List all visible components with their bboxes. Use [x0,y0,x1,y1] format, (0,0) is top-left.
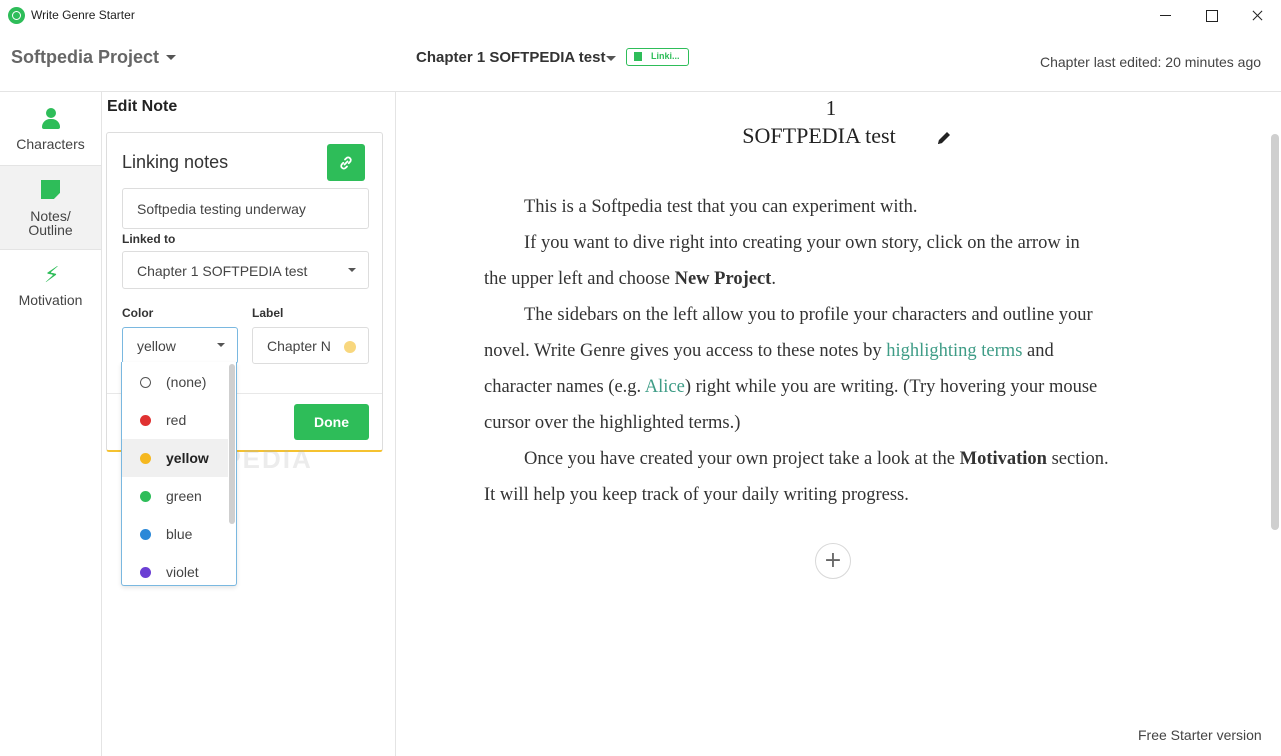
done-button[interactable]: Done [294,404,369,440]
paragraph-line: the upper left and choose New Project. [484,269,776,289]
color-option-blue[interactable]: blue [122,515,228,553]
project-title[interactable]: Softpedia Project [11,47,159,68]
paragraph-line: character names (e.g. Alice) right while… [484,377,1098,397]
sidebar-item-label: Motivation [18,292,83,308]
color-dot-icon [140,453,151,464]
color-option-label: green [166,488,202,504]
person-icon [42,108,60,130]
close-window-button[interactable] [1234,0,1280,31]
paragraph: The sidebars on the left allow you to pr… [524,305,1093,325]
color-dot-icon [140,491,151,502]
highlighted-character-name[interactable]: Alice [645,377,685,397]
label-input-value: Chapter N [267,338,331,354]
chapter-body-text[interactable]: This is a Softpedia test that you can ex… [484,189,1194,513]
note-icon [41,180,60,199]
color-select-value: yellow [137,338,176,354]
linked-to-select[interactable]: Chapter 1 SOFTPEDIA test [122,251,369,289]
color-option-yellow[interactable]: yellow [122,439,228,477]
panel-title: Edit Note [107,98,178,115]
chapter-selector[interactable]: Chapter 1 SOFTPEDIA test [416,49,605,66]
left-sidebar: Characters Notes/ Outline ⚡ Motivation [0,92,102,756]
color-option-label: violet [166,564,199,580]
linked-to-value: Chapter 1 SOFTPEDIA test [137,263,308,279]
label-label: Label [252,306,284,320]
linked-note-badge-label: Linki... [651,51,680,61]
linked-to-label: Linked to [122,232,176,246]
label-input[interactable]: Chapter N [252,327,369,364]
highlighted-term[interactable]: highlighting terms [886,341,1022,361]
note-title-input[interactable]: Softpedia testing underway [122,188,369,229]
color-label: Color [122,306,154,320]
color-dot-icon [140,529,151,540]
add-section-button[interactable]: + [815,543,851,579]
sidebar-item-label-line1: Notes/ [30,208,71,224]
linked-note-badge[interactable]: Linki... [626,48,689,66]
color-dropdown-list[interactable]: (none) red yellow green blue violet [121,362,237,586]
color-option-red[interactable]: red [122,401,228,439]
note-icon [634,52,642,61]
maximize-button[interactable] [1188,0,1234,31]
paragraph: If you want to dive right into creating … [524,233,1080,253]
color-option-green[interactable]: green [122,477,228,515]
color-select[interactable]: yellow [122,327,238,364]
link-note-button[interactable] [327,144,365,181]
window-titlebar: Write Genre Starter [0,0,1281,31]
paragraph-line: cursor over the highlighted terms.) [484,413,741,433]
color-dot-icon [140,567,151,578]
chevron-down-icon [348,268,356,272]
last-edited-status: Chapter last edited: 20 minutes ago [1040,54,1262,70]
dropdown-scrollbar[interactable] [229,364,235,524]
color-dot-icon [140,415,151,426]
color-option-label: red [166,412,187,428]
sidebar-item-label: Notes/ Outline [0,209,101,237]
paragraph-line: It will help you keep track of your dail… [484,485,909,505]
sidebar-item-notes-outline[interactable]: Notes/ Outline [0,165,101,250]
color-option-label: blue [166,526,193,542]
app-header: Softpedia Project Chapter 1 SOFTPEDIA te… [0,31,1281,92]
editor-scrollbar[interactable] [1271,134,1279,530]
paragraph: This is a Softpedia test that you can ex… [524,197,918,217]
label-color-dot [344,341,356,353]
paragraph: Once you have created your own project t… [524,449,1109,469]
chapter-dropdown-chevron-icon[interactable] [606,56,616,61]
app-logo-icon [8,7,25,24]
note-card-title: Linking notes [122,152,229,172]
bolt-icon[interactable]: ⚡ [44,264,59,286]
color-option-label: yellow [166,450,209,466]
chapter-heading: SOFTPEDIA test [742,123,896,148]
paragraph-line: novel. Write Genre gives you access to t… [484,341,1054,361]
link-icon [340,156,352,170]
color-option-label: (none) [166,374,207,390]
empty-circle-icon [140,377,151,388]
version-label: Free Starter version [1138,727,1262,743]
color-option-violet[interactable]: violet [122,553,228,585]
chevron-down-icon [217,343,225,347]
sidebar-item-label-line2: Outline [28,222,73,238]
pencil-icon[interactable] [936,130,952,146]
sidebar-item-label: Characters [16,136,85,152]
minimize-button[interactable] [1142,0,1188,31]
chapter-editor[interactable]: 1 SOFTPEDIA test This is a Softpedia tes… [396,92,1281,756]
window-title: Write Genre Starter [31,8,135,22]
chapter-number: 1 [825,96,837,120]
color-option-none[interactable]: (none) [122,363,228,401]
sidebar-item-characters[interactable]: Characters [0,92,101,165]
project-dropdown-chevron-icon[interactable] [166,55,176,60]
